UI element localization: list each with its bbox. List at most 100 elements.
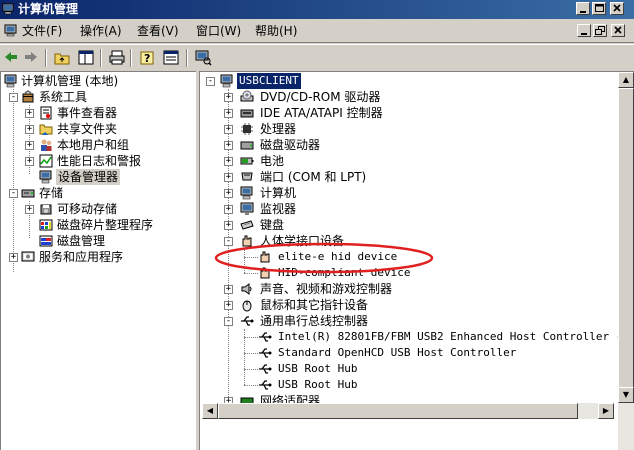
computer-management-icon xyxy=(4,74,17,88)
menu-action[interactable]: 操作(A) xyxy=(80,24,122,39)
tree-label: 磁盘管理 xyxy=(57,234,106,248)
title-bar[interactable]: 计算机管理 xyxy=(0,0,634,19)
device-label: Standard OpenHCD USB Host Controller xyxy=(278,346,517,359)
child-restore-button[interactable] xyxy=(593,24,607,37)
device-root[interactable]: - USBCLIENT xyxy=(200,73,620,89)
tree-label: 性能日志和警报 xyxy=(57,154,142,168)
device-category[interactable]: + 声音、视频和游戏控制器 xyxy=(200,281,620,297)
device-category[interactable]: + 鼠标和其它指针设备 xyxy=(200,297,620,313)
device-category[interactable]: + 处理器 xyxy=(200,121,620,137)
back-icon[interactable] xyxy=(2,49,20,66)
scroll-right-button[interactable]: ▶ xyxy=(598,403,614,419)
minimize-button[interactable] xyxy=(576,2,590,15)
menu-file[interactable]: 文件(F) xyxy=(22,24,62,39)
expand-button[interactable]: + xyxy=(25,205,34,214)
expand-button[interactable]: + xyxy=(224,285,233,294)
device-item-usb[interactable]: Standard OpenHCD USB Host Controller xyxy=(200,345,620,361)
device-category[interactable]: + 电池 xyxy=(200,153,620,169)
device-category[interactable]: + DVD/CD-ROM 驱动器 xyxy=(200,89,620,105)
tree-item-disk-management[interactable]: 磁盘管理 xyxy=(1,233,196,249)
tree-item-removable-storage[interactable]: + 可移动存储 xyxy=(1,201,196,217)
ide-controller-icon xyxy=(240,109,254,118)
device-category-usb[interactable]: - 通用串行总线控制器 xyxy=(200,313,620,329)
usb-icon xyxy=(259,364,272,374)
scroll-up-button[interactable]: ▲ xyxy=(618,72,634,88)
device-category[interactable]: + 计算机 xyxy=(200,185,620,201)
tree-item-shared-folders[interactable]: + 共享文件夹 xyxy=(1,121,196,137)
scroll-thumb[interactable] xyxy=(618,88,634,388)
expand-button[interactable]: + xyxy=(224,189,233,198)
device-label: USB Root Hub xyxy=(278,362,358,375)
expand-button[interactable]: + xyxy=(25,109,34,118)
tree-item-perf-logs[interactable]: + 性能日志和警报 xyxy=(1,153,196,169)
usb-icon xyxy=(259,332,272,342)
vertical-scrollbar[interactable]: ▲ ▼ xyxy=(618,72,634,450)
tree-item-device-manager[interactable]: 设备管理器 xyxy=(1,169,196,185)
system-menu-icon[interactable] xyxy=(4,23,20,39)
expand-button[interactable]: + xyxy=(25,125,34,134)
expand-button[interactable]: + xyxy=(224,173,233,182)
scroll-thumb[interactable] xyxy=(218,403,578,419)
tree-item-system-tools[interactable]: - 系统工具 xyxy=(1,89,196,105)
tree-label-selected: 设备管理器 xyxy=(56,169,121,185)
horizontal-scrollbar[interactable]: ◀ ▶ xyxy=(202,403,614,419)
expand-button[interactable]: + xyxy=(224,157,233,166)
collapse-button[interactable]: - xyxy=(224,317,233,326)
device-category[interactable]: + 磁盘驱动器 xyxy=(200,137,620,153)
device-label: 监视器 xyxy=(260,202,297,216)
expand-button[interactable]: + xyxy=(224,109,233,118)
expand-button[interactable]: + xyxy=(224,141,233,150)
device-item-usb[interactable]: USB Root Hub xyxy=(200,361,620,377)
tree-root-label: 计算机管理 (本地) xyxy=(21,74,119,88)
show-hide-tree-icon[interactable] xyxy=(77,49,95,66)
child-close-button[interactable] xyxy=(611,24,625,37)
menu-bar: 文件(F) 操作(A) 查看(V) 窗口(W) 帮助(H) xyxy=(0,20,634,43)
expand-button[interactable]: + xyxy=(224,301,233,310)
child-minimize-button[interactable] xyxy=(577,24,591,37)
print-icon[interactable] xyxy=(108,49,126,66)
scan-hardware-icon[interactable] xyxy=(194,49,212,66)
properties-icon[interactable] xyxy=(162,49,180,66)
device-tree-pane[interactable]: - USBCLIENT + DVD/CD-ROM 驱动器 + IDE ATA/A… xyxy=(199,71,634,450)
device-label: 通用串行总线控制器 xyxy=(260,314,369,328)
tree-item-local-users[interactable]: + 本地用户和组 xyxy=(1,137,196,153)
tree-root[interactable]: 计算机管理 (本地) xyxy=(1,73,196,89)
maximize-button[interactable] xyxy=(592,2,606,15)
toolbar: ? xyxy=(0,44,634,71)
device-category[interactable]: + 键盘 xyxy=(200,217,620,233)
device-item-usb[interactable]: USB Root Hub xyxy=(200,377,620,393)
tree-item-storage[interactable]: - 存储 xyxy=(1,185,196,201)
device-category[interactable]: + 端口 (COM 和 LPT) xyxy=(200,169,620,185)
help-icon[interactable]: ? xyxy=(138,49,156,66)
scroll-down-button[interactable]: ▼ xyxy=(618,387,634,403)
tree-item-services[interactable]: + 服务和应用程序 xyxy=(1,249,196,265)
expand-button[interactable]: + xyxy=(224,125,233,134)
device-item-usb[interactable]: Intel(R) 82801FB/FBM USB2 Enhanced Host … xyxy=(200,329,634,345)
expand-button[interactable]: + xyxy=(224,221,233,230)
menu-help[interactable]: 帮助(H) xyxy=(255,24,297,39)
usb-icon xyxy=(259,348,272,358)
up-folder-icon[interactable] xyxy=(53,49,71,66)
console-tree-pane[interactable]: 计算机管理 (本地) - 系统工具 + 事件查看器 + 共享文件夹 + 本地用户… xyxy=(0,71,196,450)
menu-view[interactable]: 查看(V) xyxy=(137,24,179,39)
collapse-button[interactable]: - xyxy=(9,189,18,198)
expand-button[interactable]: + xyxy=(25,141,34,150)
menu-window[interactable]: 窗口(W) xyxy=(196,24,241,39)
tree-item-defrag[interactable]: 磁盘碎片整理程序 xyxy=(1,217,196,233)
expand-button[interactable]: + xyxy=(224,205,233,214)
tree-label: 服务和应用程序 xyxy=(39,250,124,264)
cd-drive-icon xyxy=(240,90,254,102)
expand-button[interactable]: + xyxy=(25,157,34,166)
forward-icon[interactable] xyxy=(22,49,40,66)
expand-button[interactable]: + xyxy=(9,253,18,262)
device-category[interactable]: + 监视器 xyxy=(200,201,620,217)
expand-button[interactable]: + xyxy=(224,93,233,102)
collapse-button[interactable]: - xyxy=(9,93,18,102)
collapse-button[interactable]: - xyxy=(206,77,215,86)
close-button[interactable] xyxy=(610,2,624,15)
device-category[interactable]: + IDE ATA/ATAPI 控制器 xyxy=(200,105,620,121)
tree-label: 存储 xyxy=(39,186,64,200)
tree-item-event-viewer[interactable]: + 事件查看器 xyxy=(1,105,196,121)
keyboard-icon xyxy=(240,220,254,230)
scroll-left-button[interactable]: ◀ xyxy=(202,403,218,419)
